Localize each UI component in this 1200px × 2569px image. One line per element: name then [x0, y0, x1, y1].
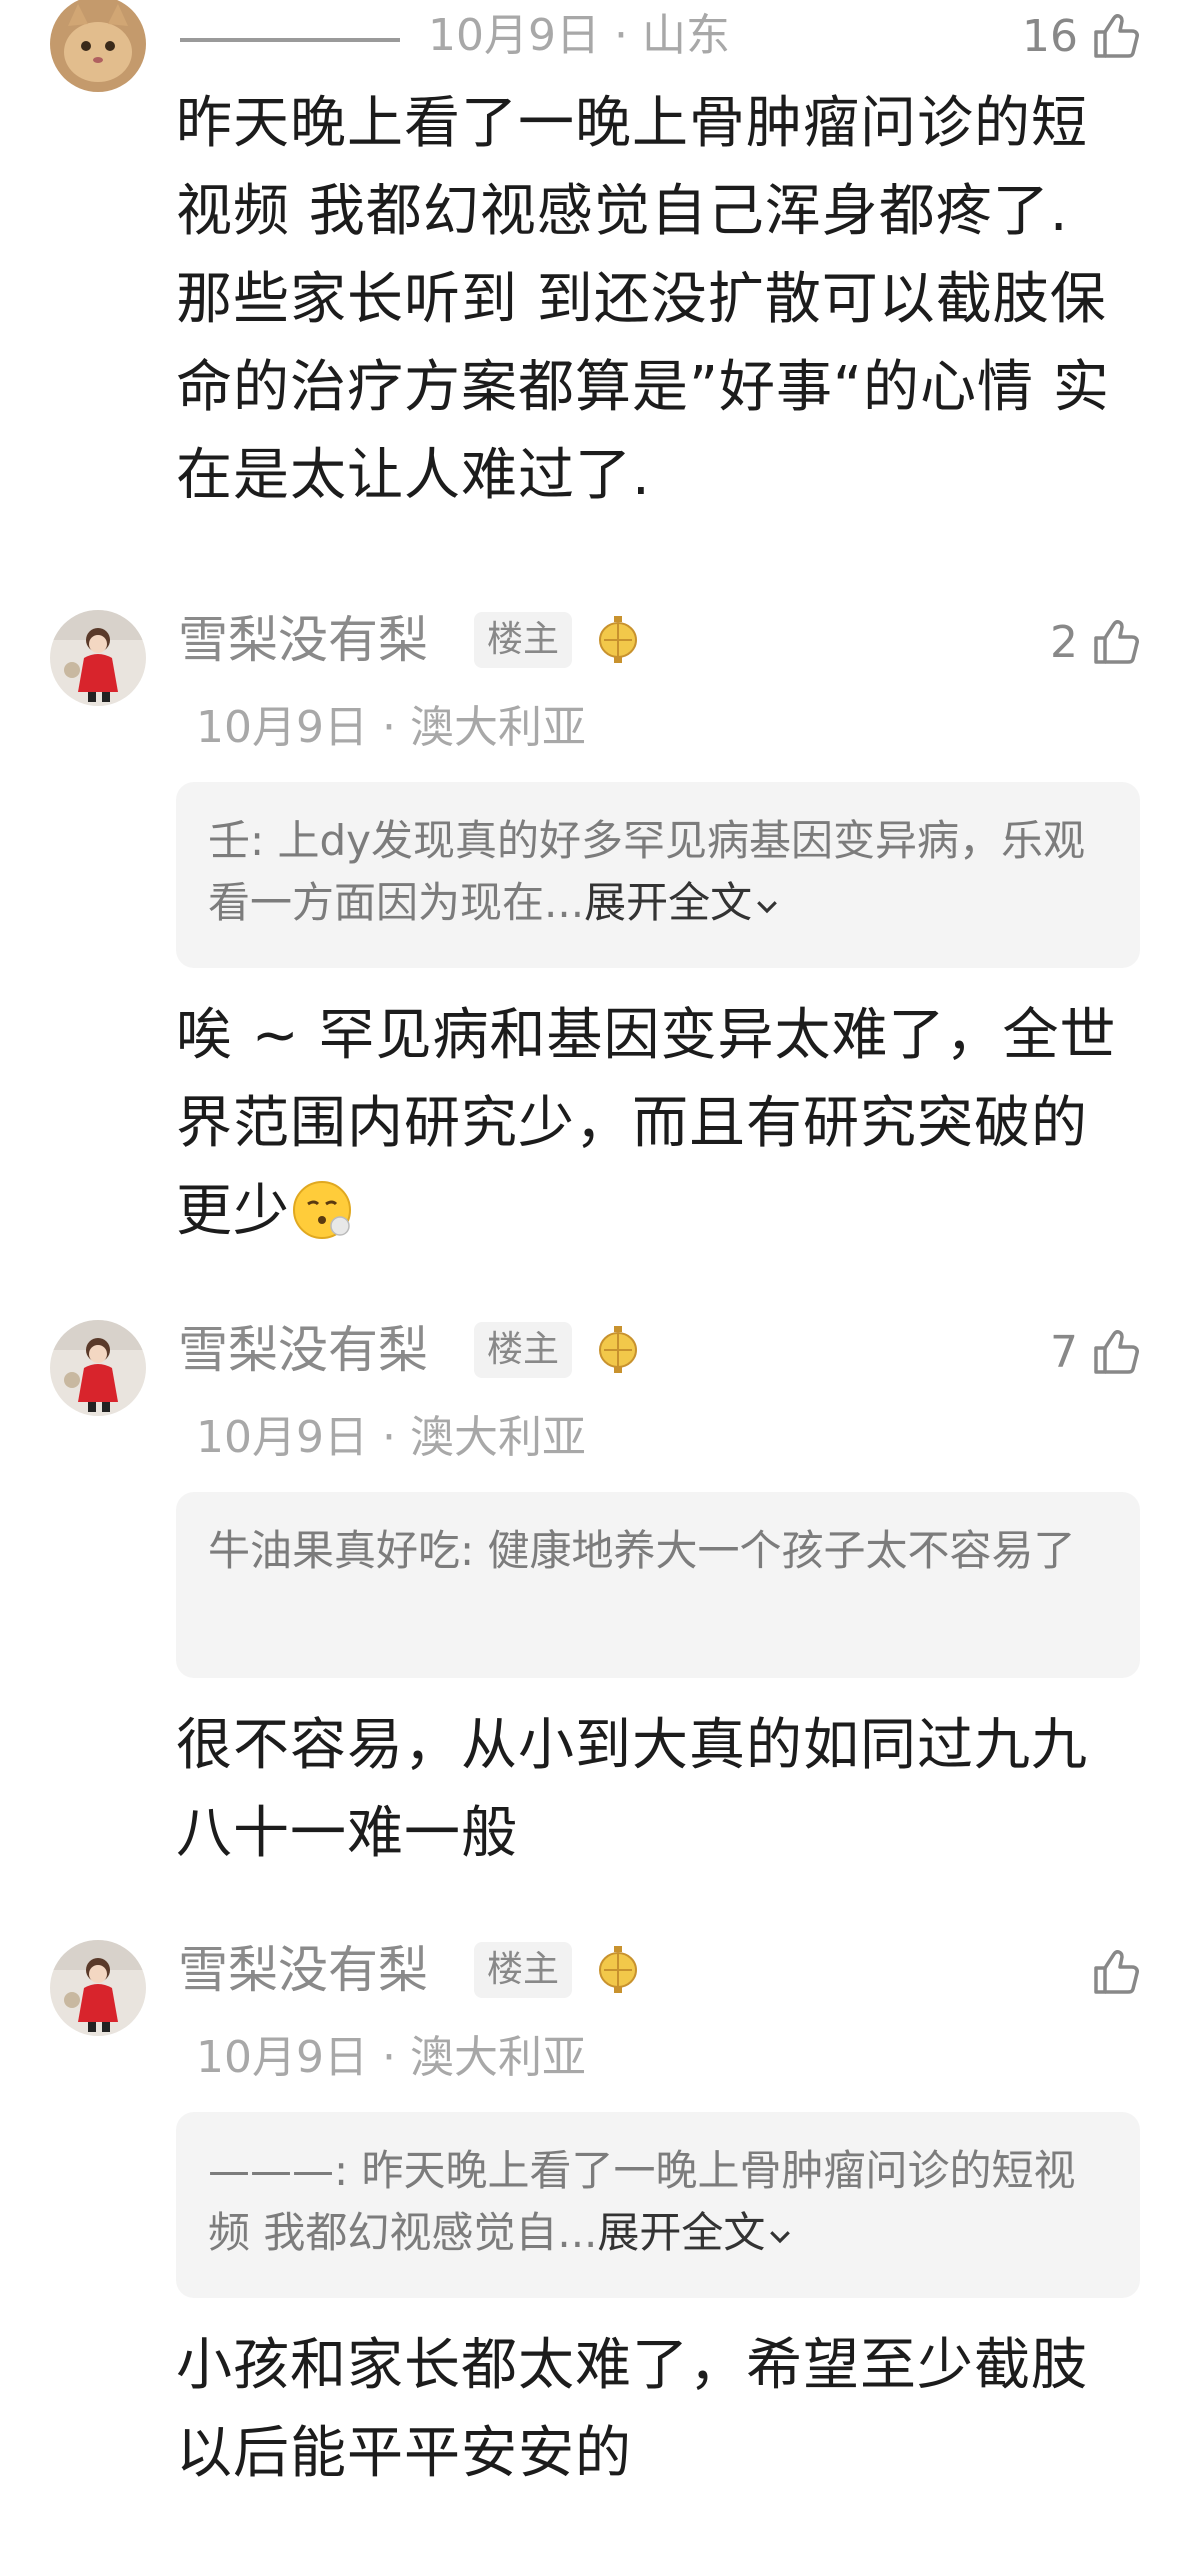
like-button[interactable]: 2 [1050, 612, 1140, 672]
cat-avatar-image [50, 0, 146, 92]
like-count: 7 [1050, 1326, 1078, 1378]
comment-meta: 10月9日 · 山东 [428, 10, 730, 61]
op-badge: 楼主 [474, 1322, 572, 1378]
expand-button[interactable]: 展开全文 [597, 2208, 795, 2257]
thumbs-up-icon [1094, 1950, 1139, 1994]
op-badge: 楼主 [474, 612, 572, 668]
like-button[interactable]: 16 [1022, 6, 1140, 66]
quoted-reply[interactable]: ———: 昨天晚上看了一晚上骨肿瘤问诊的短视频 我都幻视感觉自...展开全文 [176, 2112, 1140, 2298]
comment-2: 雪梨没有梨 楼主 2 10月9日 · 澳大利亚 壬: 上dy发现真的好多罕见病基… [0, 600, 1200, 1244]
username[interactable]: 雪梨没有梨 [178, 1940, 428, 2000]
quoted-reply[interactable]: 牛油果真好吃: 健康地养大一个孩子太不容易了 [176, 1492, 1140, 1678]
lantern-icon [599, 1326, 637, 1373]
like-button[interactable]: 7 [1050, 1322, 1140, 1382]
comment-text: 昨天晚上看了一晚上骨肿瘤问诊的短视频 我都幻视感觉自己浑身都疼了. 那些家长听到… [176, 91, 1110, 508]
op-badge: 楼主 [474, 1942, 572, 1998]
comment-4: 雪梨没有梨 楼主 10月9日 · 澳大利亚 ———: 昨天晚上看了一晚上骨肿瘤问… [0, 1930, 1200, 2530]
comment-text: 很不容易，从小到大真的如同过九九八十一难一般 [176, 1713, 1088, 1866]
lantern-icon [599, 616, 637, 663]
comment-meta: 10月9日 · 澳大利亚 [196, 702, 586, 753]
username[interactable]: 雪梨没有梨 [178, 1320, 428, 1380]
like-count: 16 [1022, 10, 1078, 62]
thumbs-up-icon [1094, 1330, 1139, 1374]
quoted-reply[interactable]: 壬: 上dy发现真的好多罕见病基因变异病，乐观看一方面因为现在...展开全文 [176, 782, 1140, 968]
quoted-text: 牛油果真好吃: 健康地养大一个孩子太不容易了 [208, 1526, 1076, 1575]
expand-label: 展开全文 [597, 2208, 766, 2257]
comment-meta: 10月9日 · 澳大利亚 [196, 2032, 586, 2083]
chevron-down-icon [770, 2231, 791, 2244]
comment-text: 唉 ~ 罕见病和基因变异太难了，全世界范围内研究少，而且有研究突破的更少 [176, 992, 1136, 1256]
comment-meta: 10月9日 · 澳大利亚 [196, 1412, 586, 1463]
avatar[interactable] [50, 610, 146, 706]
expand-label: 展开全文 [584, 878, 753, 927]
exhale-face-emoji [293, 1181, 351, 1239]
lantern-icon [599, 1946, 637, 1993]
comment-1: 10月9日 · 山东 16 昨天晚上看了一晚上骨肿瘤问诊的短视频 我都幻视感觉自… [0, 0, 1200, 540]
comment-3: 雪梨没有梨 楼主 7 10月9日 · 澳大利亚 牛油果真好吃: 健康地养大一个孩… [0, 1310, 1200, 1890]
expand-button[interactable]: 展开全文 [584, 878, 782, 927]
thumbs-up-icon [1094, 14, 1139, 58]
avatar[interactable] [50, 0, 146, 92]
avatar[interactable] [50, 1940, 146, 2036]
like-button[interactable] [1078, 1942, 1140, 2002]
chevron-down-icon [757, 901, 777, 914]
comment-text: 小孩和家长都太难了，希望至少截肢以后能平平安安的 [176, 2333, 1088, 2486]
girl-avatar-image [50, 1320, 146, 1416]
girl-avatar-image [50, 1940, 146, 2036]
username[interactable] [180, 6, 400, 66]
avatar[interactable] [50, 1320, 146, 1416]
thumbs-up-icon [1094, 620, 1139, 664]
like-count: 2 [1050, 616, 1078, 668]
girl-avatar-image [50, 610, 146, 706]
username[interactable]: 雪梨没有梨 [178, 610, 428, 670]
